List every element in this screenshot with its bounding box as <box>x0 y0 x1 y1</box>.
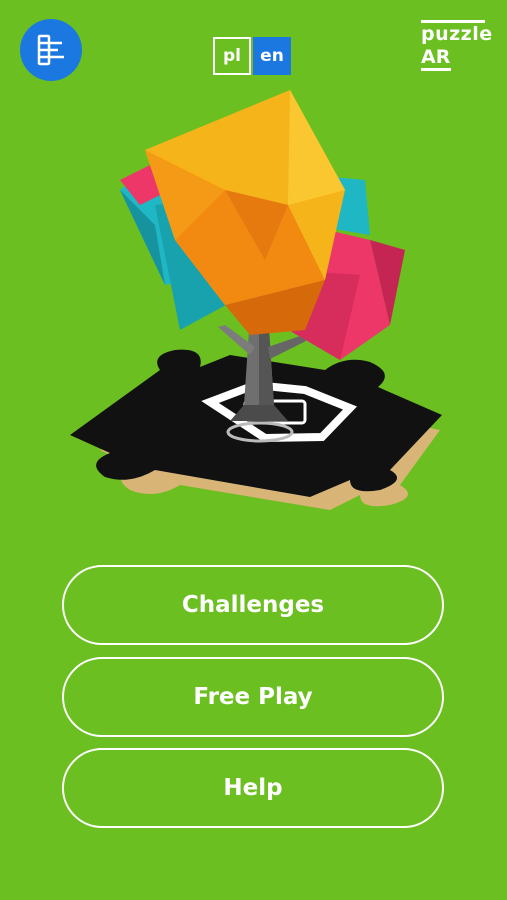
logo-text-bottom: AR <box>421 48 451 71</box>
tree-foliage <box>120 90 405 360</box>
challenges-button[interactable]: Challenges <box>62 565 444 645</box>
tree-puzzle-illustration <box>70 90 442 510</box>
language-en-button[interactable]: en <box>253 37 291 75</box>
help-button[interactable]: Help <box>62 748 444 828</box>
free-play-button[interactable]: Free Play <box>62 657 444 737</box>
language-pl-button[interactable]: pl <box>213 37 251 75</box>
grid-list-icon <box>37 34 64 66</box>
menu-app-button[interactable] <box>20 19 82 81</box>
language-switch: pl en <box>213 37 291 75</box>
puzzle-ar-logo: puzzle AR <box>421 20 493 71</box>
logo-text-top: puzzle <box>421 23 493 45</box>
